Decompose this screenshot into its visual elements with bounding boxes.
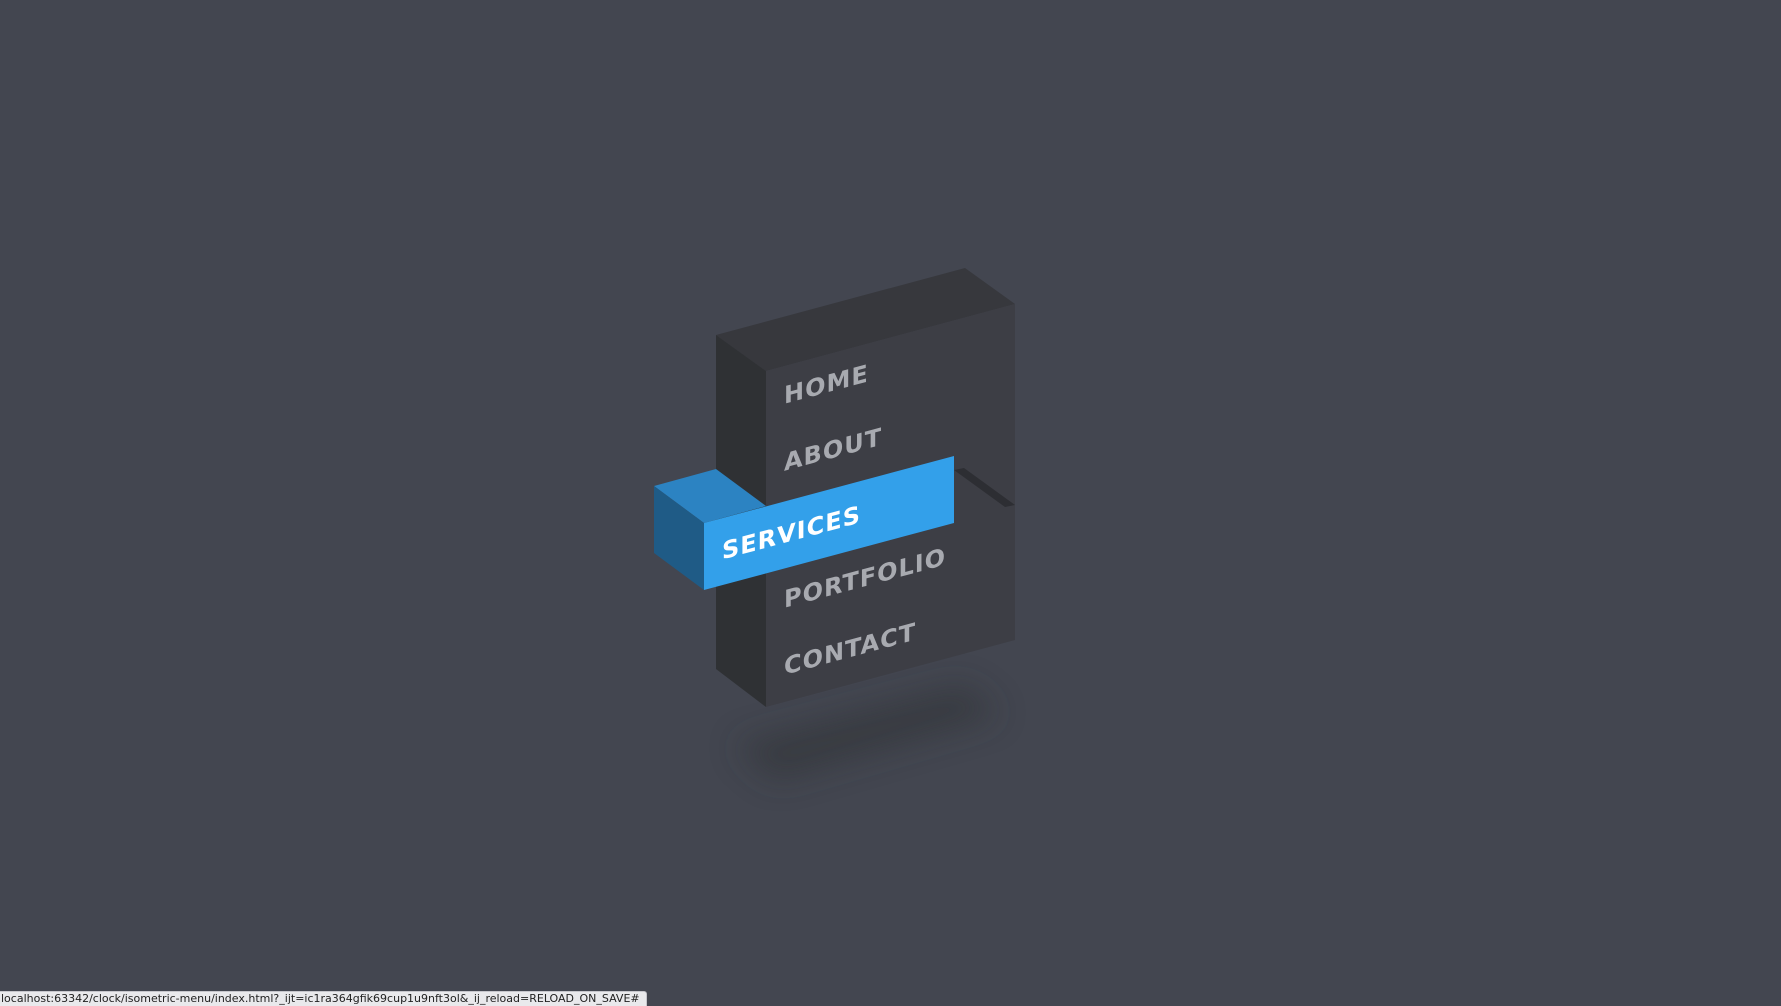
status-bar-url: localhost:63342/clock/isometric-menu/ind… (0, 991, 647, 1006)
isometric-menu: HOME ABOUT SERVICES PORTFOLIO CONTACT (654, 268, 1015, 780)
page-stage: HOME ABOUT SERVICES PORTFOLIO CONTACT lo… (0, 0, 1781, 1006)
